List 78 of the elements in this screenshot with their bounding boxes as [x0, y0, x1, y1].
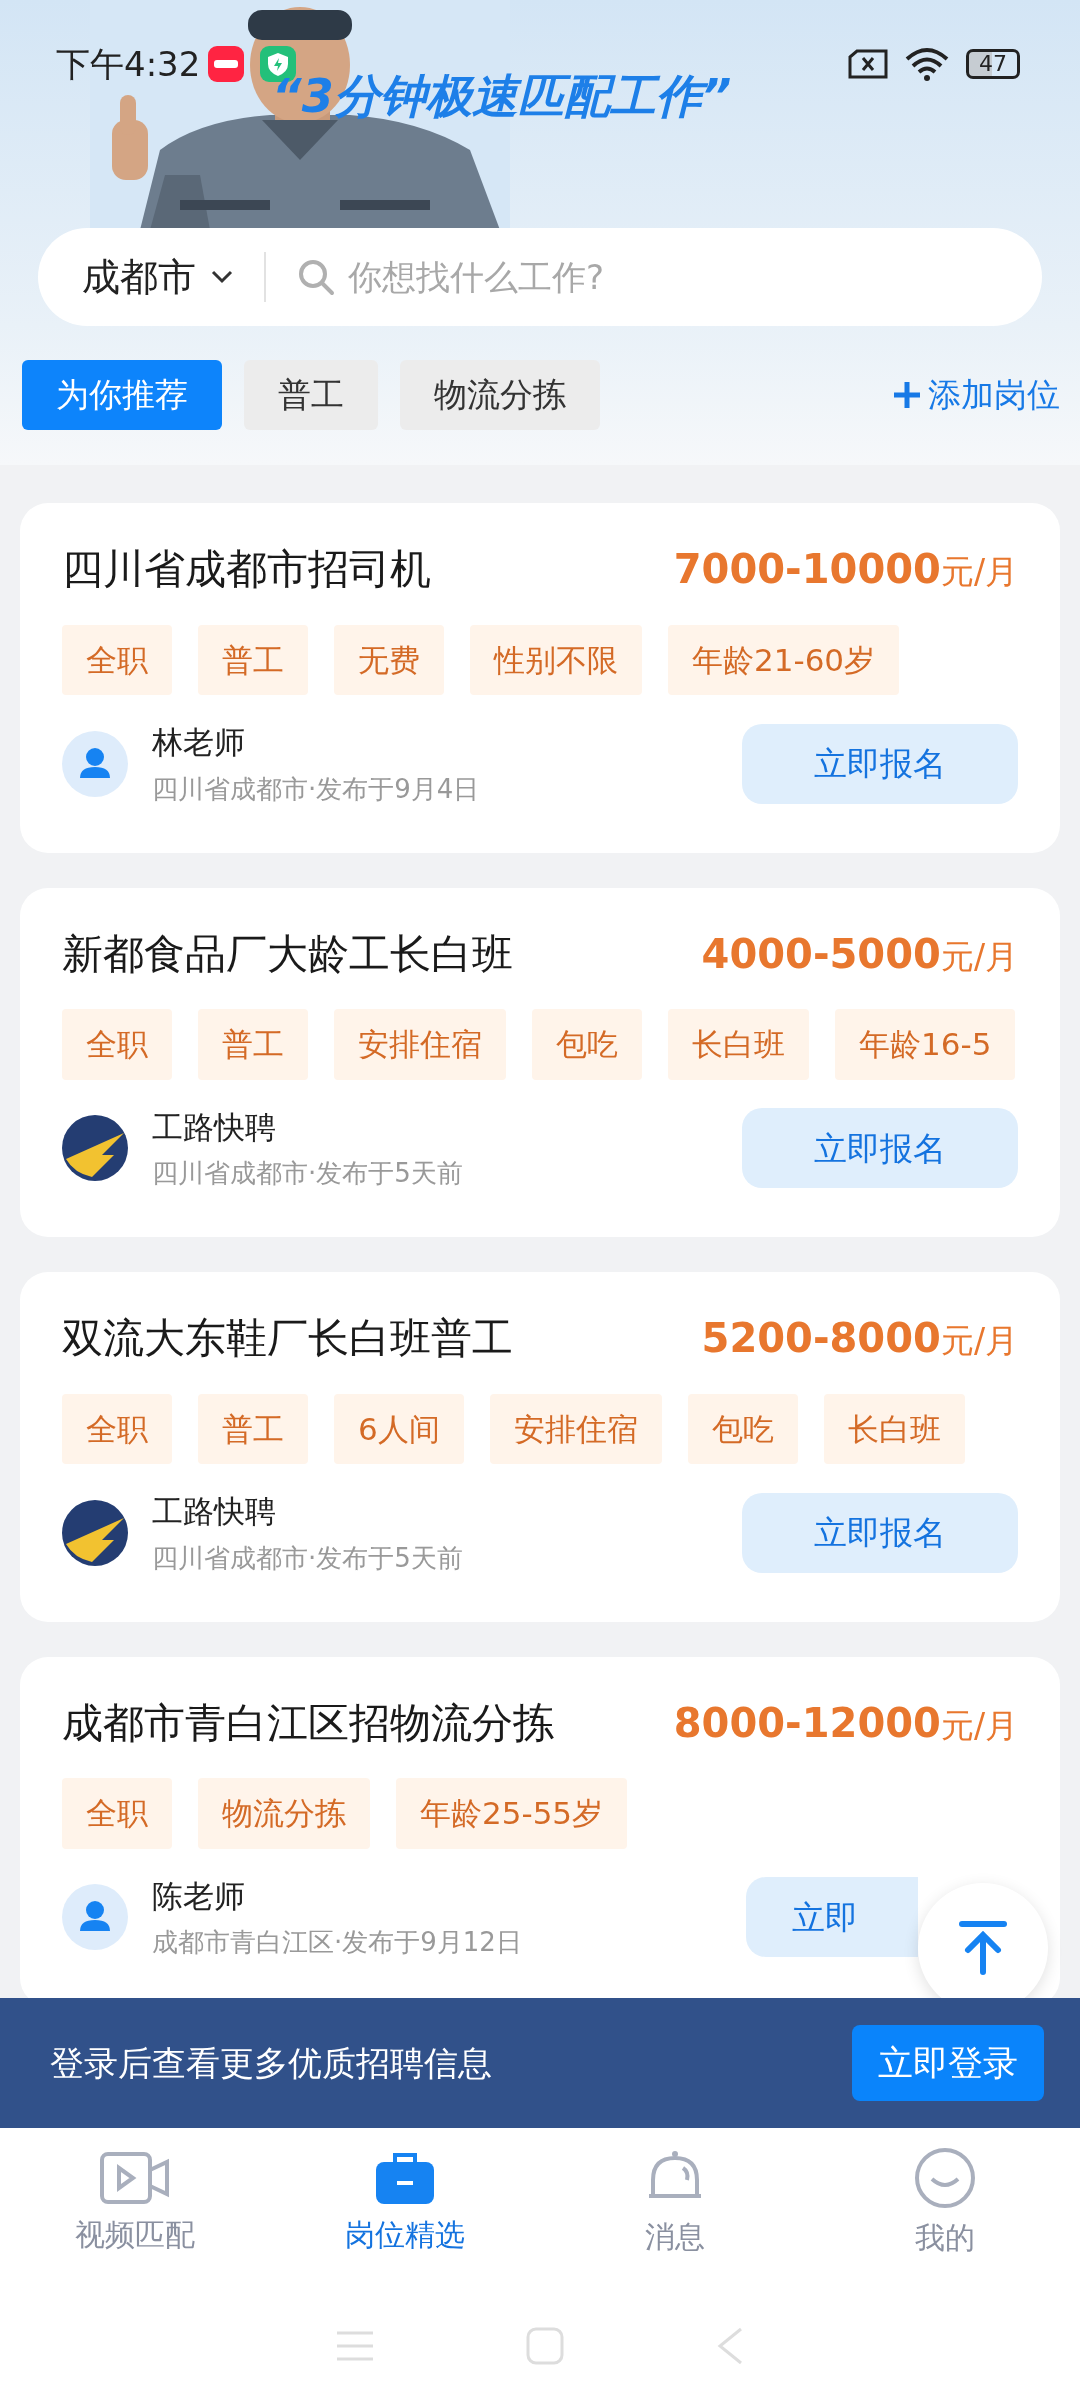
- job-tag: 长白班: [823, 1393, 965, 1464]
- salary: 5200-8000: [701, 1314, 941, 1363]
- salary-unit: 元/月: [940, 1704, 1018, 1747]
- poster-name: 林老师: [152, 723, 246, 762]
- job-tag: 安排住宿: [489, 1393, 662, 1464]
- filter-tab[interactable]: 物流分拣: [400, 360, 600, 430]
- arrow-up-icon: [958, 1920, 1008, 1976]
- apply-button[interactable]: 立即: [746, 1877, 918, 1958]
- salary: 7000-10000: [673, 545, 941, 594]
- apply-button[interactable]: 立即报名: [742, 1108, 1018, 1189]
- job-tag: 物流分拣: [198, 1778, 370, 1849]
- wifi-icon: [904, 47, 950, 81]
- job-card[interactable]: 四川省成都市招司机 7000-10000元/月 全职 普工 无费 性别不限 年龄21-60岁 林老师 四川省成都市·发布于9月4日 立即报名: [20, 503, 1060, 853]
- job-tag: 年龄25-55岁: [396, 1778, 628, 1849]
- job-card[interactable]: 新都食品厂大龄工长白班 4000-5000元/月 全职 普工 安排住宿 包吃 长白班 年龄16-5 工路快聘 四川省成都市·发布于5天前 立即报名: [20, 887, 1060, 1237]
- login-button[interactable]: 立即登录: [852, 2025, 1044, 2101]
- salary: 4000-5000: [701, 929, 941, 979]
- salary-unit: 元/月: [940, 935, 1018, 978]
- job-tag: 全职: [62, 1009, 172, 1080]
- chevron-down-icon: [210, 269, 234, 285]
- job-tag: 普工: [198, 624, 308, 695]
- nav-tab[interactable]: 我的: [810, 2128, 1080, 2278]
- filter-tab[interactable]: 普工: [244, 360, 378, 430]
- logo-icon: [62, 1499, 128, 1566]
- nav-tab[interactable]: 岗位精选: [270, 2128, 540, 2278]
- job-card[interactable]: 双流大东鞋厂长白班普工 5200-8000元/月 全职 普工 6人间 安排住宿 包吃 长白班 工路快聘 四川省成都市·发布于5天前 立即报名: [20, 1272, 1060, 1622]
- job-card[interactable]: 成都市青白江区招物流分拣 8000-12000元/月 全职 物流分拣 年龄25-55岁 陈老师 成都市青白江区·发布于9月12日 立即: [20, 1656, 1060, 1998]
- job-tag: 年龄16-5: [835, 1009, 1016, 1080]
- avatar-icon: [62, 1884, 128, 1951]
- apply-button[interactable]: 立即报名: [742, 1492, 1018, 1573]
- job-tag: 安排住宿: [334, 1009, 506, 1080]
- poster-name: 工路快聘: [152, 1107, 277, 1147]
- plus-icon: [892, 380, 922, 410]
- post-info: 四川省成都市·发布于5天前: [152, 1541, 463, 1575]
- battery-level: 47: [966, 49, 1020, 79]
- add-position-link[interactable]: 添加岗位: [892, 370, 1060, 420]
- video-icon: [99, 2149, 171, 2206]
- job-tag: 普工: [198, 1009, 308, 1080]
- salary: 8000-12000: [673, 1698, 941, 1748]
- apply-button[interactable]: 立即报名: [742, 723, 1018, 804]
- avatar-icon: [62, 730, 128, 797]
- post-info: 成都市青白江区·发布于9月12日: [152, 1926, 522, 1959]
- salary-unit: 元/月: [940, 1320, 1018, 1362]
- sim-icon: [848, 49, 888, 79]
- job-tag: 全职: [62, 1778, 172, 1849]
- poster-name: 陈老师: [152, 1876, 246, 1916]
- job-tag: 全职: [62, 1393, 172, 1464]
- job-tag: 性别不限: [470, 624, 642, 695]
- post-info: 四川省成都市·发布于9月4日: [152, 772, 480, 806]
- filter-tab[interactable]: 为你推荐: [22, 360, 222, 430]
- status-time: 下午4:32: [56, 42, 201, 86]
- job-tag: 长白班: [668, 1009, 809, 1080]
- job-title: 成都市青白江区招物流分拣: [62, 1697, 554, 1749]
- job-tag: 包吃: [687, 1393, 798, 1464]
- login-prompt: 登录后查看更多优质招聘信息: [50, 2041, 492, 2085]
- post-info: 四川省成都市·发布于5天前: [152, 1157, 463, 1190]
- job-tag: 6人间: [334, 1393, 464, 1464]
- nav-tab[interactable]: 消息: [540, 2128, 810, 2278]
- job-tag: 全职: [62, 624, 172, 695]
- job-title: 新都食品厂大龄工长白班: [62, 928, 513, 980]
- job-tag: 包吃: [532, 1009, 642, 1080]
- poster-name: 工路快聘: [152, 1492, 277, 1531]
- back-icon[interactable]: [715, 2325, 745, 2366]
- home-icon[interactable]: [525, 2325, 565, 2366]
- search-icon: [296, 257, 336, 297]
- job-title: 四川省成都市招司机: [62, 544, 431, 595]
- banner-headline: “3分钟极速匹配工作”: [272, 68, 732, 125]
- job-tag: 年龄21-60岁: [668, 624, 900, 695]
- app-icon: [208, 46, 245, 82]
- logo-icon: [62, 1115, 128, 1182]
- nav-tab[interactable]: 视频匹配: [0, 2128, 270, 2278]
- salary-unit: 元/月: [940, 551, 1018, 593]
- job-title: 双流大东鞋厂长白班普工: [62, 1313, 513, 1364]
- job-tag: 普工: [198, 1393, 308, 1464]
- smile-icon: [914, 2146, 976, 2209]
- city-selector[interactable]: 成都市: [82, 248, 234, 306]
- search-bar[interactable]: 成都市 你想找什么工作?: [38, 228, 1042, 326]
- job-tag: 无费: [334, 624, 444, 695]
